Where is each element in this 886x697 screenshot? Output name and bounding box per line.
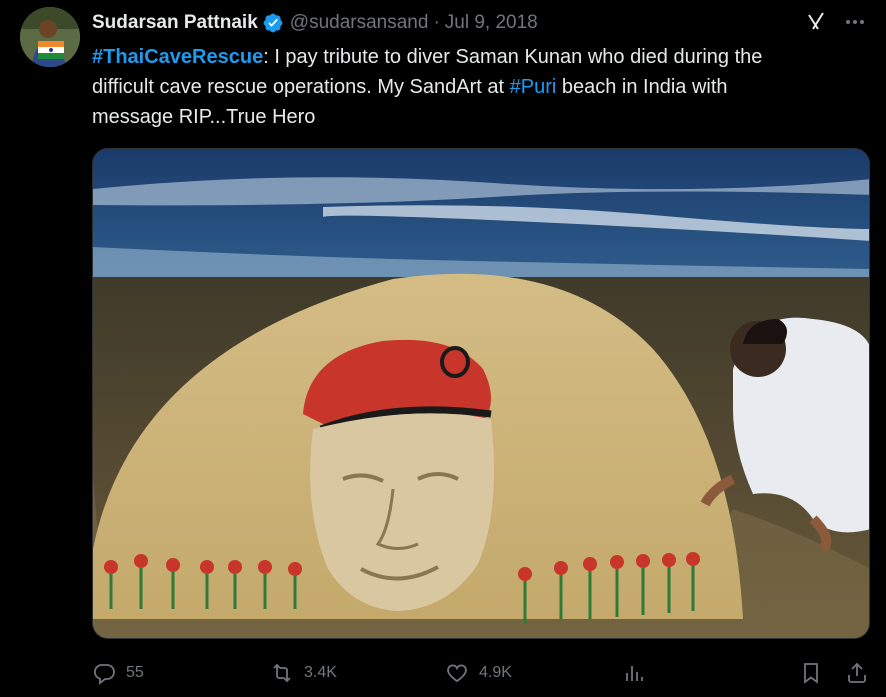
tweet-text: #ThaiCaveRescue: I pay tribute to diver … — [92, 42, 872, 132]
tweet-photo[interactable] — [92, 148, 870, 639]
tweet-text-segment: difficult cave rescue operations. My San… — [92, 76, 510, 98]
hashtag-thaicaverescue[interactable]: #ThaiCaveRescue — [92, 46, 263, 68]
views-button[interactable] — [622, 656, 646, 690]
bookmark-button[interactable] — [799, 656, 823, 690]
tweet-text-segment: : I pay tribute to diver Saman Kunan who… — [263, 46, 763, 68]
hashtag-puri[interactable]: #Puri — [510, 76, 557, 98]
share-button[interactable] — [845, 656, 869, 690]
tweet-actions: 55 3.4K 4.9K — [92, 656, 872, 690]
tweet-line-3: message RIP...True Hero — [92, 106, 316, 128]
repost-button[interactable]: 3.4K — [270, 656, 337, 690]
repost-count: 3.4K — [304, 664, 337, 681]
like-count: 4.9K — [479, 664, 512, 681]
tweet: Sudarsan Pattnaik @sudarsansand · Jul 9,… — [0, 0, 886, 697]
tweet-line-2: difficult cave rescue operations. My San… — [92, 72, 872, 102]
handle[interactable]: @sudarsansand — [290, 12, 429, 34]
bookmark-icon — [799, 661, 823, 685]
separator: · — [433, 12, 440, 33]
reply-icon — [92, 661, 116, 685]
display-name[interactable]: Sudarsan Pattnaik — [92, 12, 258, 34]
reply-button[interactable]: 55 — [92, 656, 144, 690]
reply-count: 55 — [126, 664, 144, 681]
like-icon — [445, 661, 469, 685]
more-icon[interactable] — [843, 10, 867, 34]
share-icon — [845, 661, 869, 685]
verified-badge-icon — [262, 12, 284, 34]
like-button[interactable]: 4.9K — [445, 656, 512, 690]
views-icon — [622, 661, 646, 685]
tweet-header: Sudarsan Pattnaik @sudarsansand · Jul 9,… — [92, 10, 538, 36]
avatar[interactable] — [20, 7, 80, 67]
timestamp[interactable]: Jul 9, 2018 — [445, 12, 538, 34]
tweet-line-1: #ThaiCaveRescue: I pay tribute to diver … — [92, 42, 872, 72]
repost-icon — [270, 661, 294, 685]
tweet-text-segment: beach in India with — [556, 76, 728, 98]
grok-icon[interactable] — [804, 10, 828, 34]
